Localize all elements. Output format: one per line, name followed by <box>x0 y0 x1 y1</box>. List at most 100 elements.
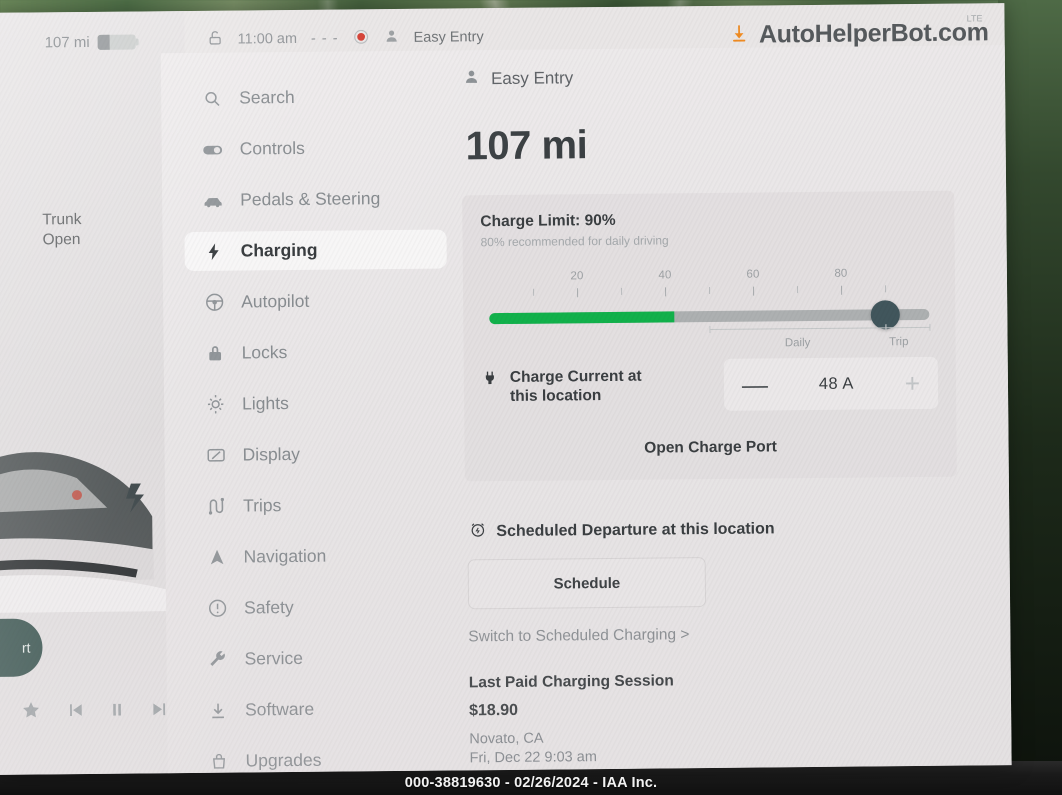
sidebar-item-label: Safety <box>243 597 294 618</box>
sidebar-item-charging[interactable]: Charging <box>184 229 447 272</box>
slider-tick-mark <box>841 285 843 295</box>
charge-settings-card: Charge Limit: 90% 80% recommended for da… <box>462 190 957 482</box>
display-icon <box>205 444 227 466</box>
sidebar-item-upgrades[interactable]: Upgrades <box>189 740 451 775</box>
pause-icon[interactable] <box>107 700 127 720</box>
slider-range-cap <box>709 325 711 334</box>
charge-current-row: Charge Current at this location — 48 A + <box>482 356 939 413</box>
sidebar-item-label: Display <box>242 443 301 465</box>
trunk-status-line1: Trunk <box>42 211 82 229</box>
increase-current-button[interactable]: + <box>905 368 920 398</box>
slider-range-cap <box>929 323 931 331</box>
sidebar-item-label: Charging <box>240 239 318 261</box>
sidebar-item-controls[interactable]: Controls <box>183 128 445 170</box>
slider-tick-mark <box>665 287 667 297</box>
switch-to-scheduled-charging-link[interactable]: Switch to Scheduled Charging > <box>468 623 996 646</box>
alarm-clock-icon <box>469 521 486 543</box>
slider-tick-mark <box>621 287 623 295</box>
record-indicator <box>352 28 369 49</box>
battery-range-readout: 107 mi <box>44 33 136 52</box>
unlock-icon[interactable] <box>207 29 224 50</box>
watermark: AutoHelperBot.com <box>729 18 989 49</box>
slider-track[interactable] <box>489 300 930 330</box>
watermark-text: AutoHelperBot.com <box>758 17 989 49</box>
person-icon[interactable] <box>383 28 399 48</box>
slider-tick-mark <box>797 286 799 294</box>
toggle-icon <box>202 138 224 160</box>
charge-limit-slider[interactable]: 20 40 60 80 Daily Trip <box>481 247 938 349</box>
search-icon <box>201 87 223 109</box>
sidebar-item-lights[interactable]: Lights <box>186 383 448 425</box>
charge-limit-subtitle: 80% recommended for daily driving <box>480 233 669 250</box>
previous-track-icon[interactable] <box>65 700 85 720</box>
sidebar-item-trips[interactable]: Trips <box>187 485 449 527</box>
sidebar-item-label: Navigation <box>243 545 327 567</box>
charge-current-line2: this location <box>509 387 602 405</box>
scheduled-departure-row: Scheduled Departure at this location <box>469 516 995 543</box>
slider-tick-mark <box>577 288 579 298</box>
network-label: LTE <box>966 13 983 24</box>
slider-tick-label: 80 <box>834 267 848 280</box>
sidebar-item-service[interactable]: Service <box>188 638 450 680</box>
open-charge-port-button[interactable]: Open Charge Port <box>483 437 939 459</box>
charge-current-label: Charge Current at this location <box>482 366 724 406</box>
last-session-location: Novato, CA <box>469 730 544 748</box>
network-indicator: LTE <box>967 13 983 23</box>
slider-range-cap <box>885 324 887 332</box>
person-icon <box>463 68 480 90</box>
profile-row[interactable]: Easy Entry <box>463 63 991 90</box>
slider-range-name: Trip <box>889 336 909 349</box>
charging-content: Easy Entry 107 mi Charge Limit: 90% 80% … <box>461 63 998 766</box>
sidebar-item-label: Locks <box>241 342 288 363</box>
battery-icon <box>97 34 136 50</box>
last-paid-charging-session: Last Paid Charging Session $18.90 Novato… <box>469 669 998 766</box>
sidebar-item-safety[interactable]: Safety <box>188 587 450 629</box>
bag-icon <box>207 750 229 772</box>
trunk-status-label: Trunk Open <box>42 210 81 250</box>
sidebar-item-label: Lights <box>242 393 289 414</box>
last-session-amount: $18.90 <box>469 701 519 720</box>
slider-fill <box>489 311 675 325</box>
sidebar-item-locks[interactable]: Locks <box>185 332 447 374</box>
slider-range-bar <box>709 327 886 331</box>
sidebar-item-autopilot[interactable]: Autopilot <box>185 281 447 323</box>
start-button-label: rt <box>21 639 31 656</box>
wrench-icon <box>206 648 228 670</box>
download-arrow-icon <box>207 699 229 721</box>
media-controls-bar <box>0 683 191 737</box>
sidebar-item-navigation[interactable]: Navigation <box>187 536 449 578</box>
charge-current-line1: Charge Current at <box>509 367 642 386</box>
slider-tick-mark <box>885 285 887 293</box>
navigation-arrow-icon <box>205 546 227 568</box>
range-display: 107 mi <box>465 123 588 169</box>
battery-range-text: 107 mi <box>44 33 90 52</box>
slider-range-labels: Daily Trip <box>489 323 931 355</box>
settings-panel: Search Controls Pedals & Steering Chargi… <box>160 45 1012 775</box>
plug-icon <box>482 370 498 393</box>
slider-range-name: Daily <box>784 337 811 350</box>
alert-circle-icon <box>206 597 228 619</box>
trips-icon <box>205 495 227 517</box>
sidebar-item-software[interactable]: Software <box>189 689 451 731</box>
sidebar-item-label: Service <box>244 647 304 669</box>
favorite-icon[interactable] <box>20 699 42 721</box>
clock-time: 11:00 am <box>237 30 298 48</box>
schedule-button-label: Schedule <box>553 574 621 593</box>
schedule-button[interactable]: Schedule <box>467 557 707 610</box>
sidebar-item-label: Trips <box>243 495 282 516</box>
trunk-status-line2: Open <box>42 231 81 249</box>
charge-limit-title: Charge Limit: 90% <box>480 211 616 231</box>
sidebar-item-label: Autopilot <box>241 290 310 312</box>
charge-current-stepper: — 48 A + <box>723 356 939 411</box>
car-touchscreen: Trunk Open rt 107 mi 11:00 am - - - Easy… <box>0 3 1012 775</box>
sidebar-item-search[interactable]: Search <box>183 77 445 119</box>
lightning-bolt-icon <box>203 240 225 262</box>
decrease-current-button[interactable]: — <box>742 369 768 399</box>
slider-tick-mark <box>709 286 711 295</box>
sidebar-item-pedals-steering[interactable]: Pedals & Steering <box>184 179 446 221</box>
profile-name[interactable]: Easy Entry <box>413 29 483 46</box>
start-button-pill[interactable]: rt <box>0 618 43 678</box>
slider-tick-label: 60 <box>746 268 760 281</box>
profile-name-label: Easy Entry <box>490 68 574 89</box>
sidebar-item-display[interactable]: Display <box>186 434 448 476</box>
